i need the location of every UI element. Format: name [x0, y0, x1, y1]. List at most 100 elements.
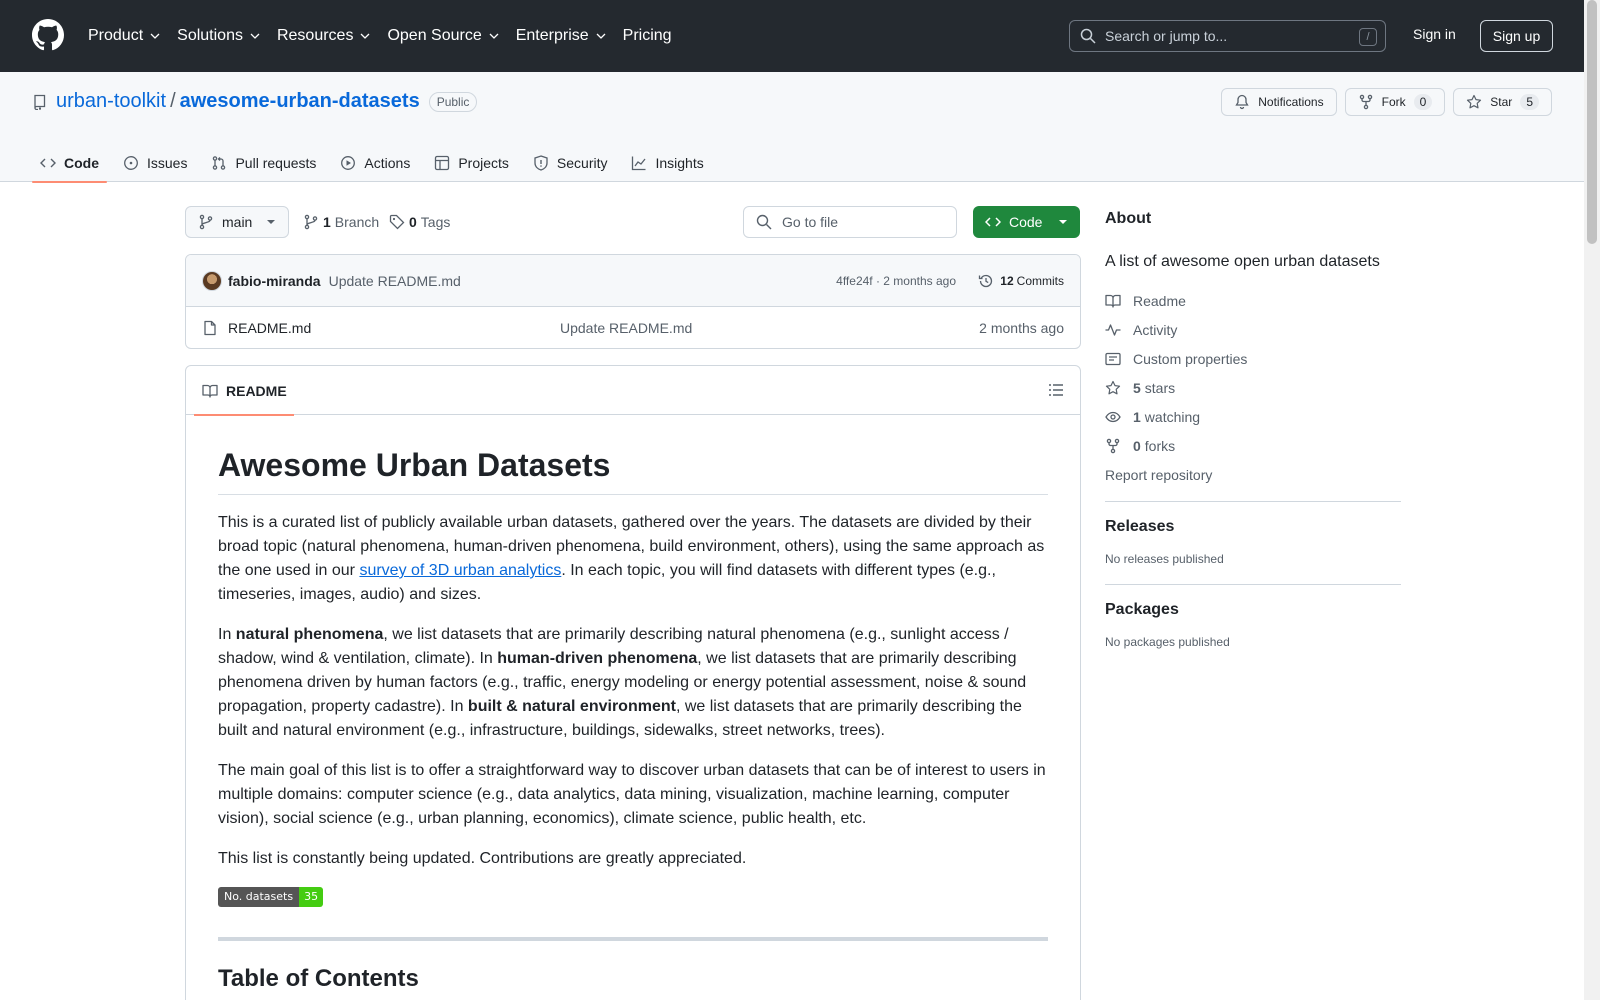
branch-icon [199, 214, 213, 230]
global-search-input[interactable]: Search or jump to... / [1069, 20, 1386, 52]
sign-in-link[interactable]: Sign in [1413, 26, 1456, 42]
stars-count: 5 [1133, 379, 1141, 396]
nav-product[interactable]: Product [88, 27, 161, 45]
chevron-down-icon [150, 33, 160, 39]
releases-heading[interactable]: Releases [1105, 518, 1401, 536]
tab-pull-requests[interactable]: Pull requests [203, 144, 324, 182]
star-icon [1105, 380, 1121, 394]
chevron-down-icon [489, 33, 499, 39]
tab-insights[interactable]: Insights [623, 144, 711, 182]
search-icon [756, 214, 772, 230]
branch-selector-button[interactable]: main [185, 206, 289, 238]
releases-empty-text: No releases published [1105, 552, 1224, 566]
nav-solutions[interactable]: Solutions [177, 27, 261, 45]
star-count: 5 [1520, 94, 1539, 110]
code-dropdown-button[interactable]: Code [973, 206, 1080, 238]
branch-name: main [222, 214, 253, 230]
table-row: README.md Update README.md 2 months ago [186, 307, 1080, 348]
chevron-down-icon [360, 33, 370, 39]
github-logo-icon[interactable] [32, 19, 64, 51]
tab-projects[interactable]: Projects [426, 144, 517, 182]
nav-product-label: Product [88, 27, 144, 44]
avatar[interactable] [202, 270, 222, 291]
stars-link[interactable]: 5 stars [1105, 373, 1401, 402]
notifications-label: Notifications [1258, 95, 1324, 109]
commits-history-link[interactable]: 12 Commits [978, 273, 1064, 289]
nav-open-source[interactable]: Open Source [387, 27, 499, 45]
commit-count: 12 [1000, 273, 1014, 288]
tab-issues-label: Issues [147, 155, 188, 171]
latest-commit-row: fabio-miranda Update README.md 4ffe24f ·… [186, 255, 1080, 307]
file-commit-message-link[interactable]: Update README.md [560, 320, 692, 336]
readme-bold-text: built & natural environment [467, 698, 676, 715]
readme-link[interactable]: Readme [1105, 286, 1401, 315]
shield-icon [534, 155, 548, 171]
branch-label: Branch [334, 214, 380, 230]
history-icon [979, 274, 993, 287]
go-to-file-input[interactable]: Go to file [743, 206, 957, 238]
watching-label: watching [1144, 408, 1201, 425]
readme-tab[interactable]: README [194, 366, 295, 416]
branches-link[interactable]: 1 Branch [303, 214, 379, 230]
book-icon [202, 384, 218, 398]
activity-link[interactable]: Activity [1105, 315, 1401, 344]
fork-icon [1359, 94, 1372, 110]
readme-link-label: Readme [1133, 292, 1186, 309]
tab-issues[interactable]: Issues [115, 144, 195, 182]
tags-link[interactable]: 0 Tags [389, 214, 450, 230]
nav-pricing[interactable]: Pricing [623, 27, 672, 45]
fork-button[interactable]: Fork 0 [1344, 88, 1446, 116]
nav-resources[interactable]: Resources [277, 27, 371, 45]
sign-up-button[interactable]: Sign up [1480, 20, 1553, 52]
packages-heading[interactable]: Packages [1105, 601, 1401, 619]
divider [218, 937, 1048, 941]
forks-label: forks [1144, 437, 1176, 454]
readme-bold-text: natural phenomena [235, 626, 384, 643]
note-icon [1105, 352, 1121, 365]
survey-link[interactable]: survey of 3D urban analytics [359, 562, 561, 579]
tab-actions-label: Actions [364, 155, 411, 171]
datasets-count-badge[interactable]: No. datasets 35 [218, 887, 324, 907]
forks-link[interactable]: 0 forks [1105, 431, 1401, 460]
table-icon [435, 155, 450, 171]
eye-icon [1105, 411, 1121, 422]
scrollbar-thumb[interactable] [1587, 0, 1597, 244]
tab-security[interactable]: Security [525, 144, 616, 182]
repo-path-separator: / [170, 90, 176, 112]
nav-enterprise[interactable]: Enterprise [516, 27, 607, 45]
tab-projects-label: Projects [458, 155, 509, 171]
tab-code[interactable]: Code [32, 144, 107, 183]
custom-properties-link[interactable]: Custom properties [1105, 344, 1401, 373]
pull-request-icon [213, 156, 226, 170]
tab-insights-label: Insights [655, 155, 704, 171]
star-icon [1467, 94, 1482, 109]
star-label: Star [1490, 95, 1513, 109]
readme-header: README [186, 366, 1080, 416]
divider [1105, 584, 1401, 585]
repo-name-link[interactable]: awesome-urban-datasets [180, 90, 420, 113]
list-unordered-icon[interactable] [1048, 382, 1064, 398]
tag-label: Tags [420, 214, 451, 230]
readme-content: Awesome Urban Datasets This is a curated… [186, 415, 1080, 993]
forks-count: 0 [1133, 437, 1141, 454]
report-repository-link[interactable]: Report repository [1105, 460, 1401, 489]
repository-header: urban-toolkit / awesome-urban-datasets P… [0, 72, 1584, 183]
file-name-link[interactable]: README.md [228, 320, 311, 336]
activity-link-label: Activity [1133, 321, 1178, 338]
repo-owner-link[interactable]: urban-toolkit [56, 90, 166, 113]
star-button[interactable]: Star 5 [1453, 88, 1552, 116]
repo-tabs: Code Issues Pull requests Actions Projec… [32, 144, 720, 183]
file-browser: fabio-miranda Update README.md 4ffe24f ·… [185, 254, 1081, 349]
tab-actions[interactable]: Actions [332, 144, 418, 182]
code-icon [985, 217, 1001, 227]
commit-message-link[interactable]: Update README.md [329, 273, 461, 289]
page-scrollbar[interactable] [1584, 0, 1600, 1000]
readme-bold-text: human-driven phenomena [497, 650, 698, 667]
file-icon [204, 320, 216, 336]
chevron-down-icon [250, 33, 260, 39]
code-button-label: Code [1009, 214, 1043, 230]
notifications-button[interactable]: Notifications [1221, 88, 1337, 116]
commit-author-link[interactable]: fabio-miranda [228, 273, 321, 289]
commit-sha-time[interactable]: 4ffe24f · 2 months ago [836, 274, 956, 288]
watchers-link[interactable]: 1 watching [1105, 402, 1401, 431]
